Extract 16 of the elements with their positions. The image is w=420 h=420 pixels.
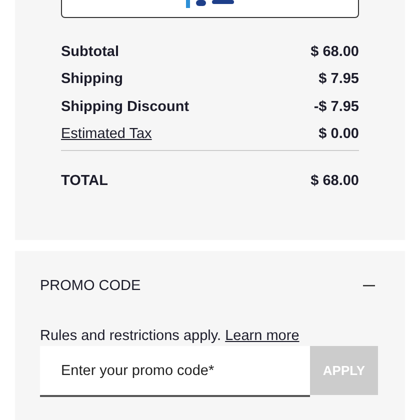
rules-text: Rules and restrictions apply. Learn more — [40, 328, 300, 344]
total-label: TOTAL — [61, 173, 108, 190]
summary-label: Shipping Discount — [61, 98, 190, 115]
total-value: $ 68.00 — [310, 173, 359, 190]
learn-more-link[interactable]: Learn more — [225, 328, 300, 344]
summary-label: Shipping — [61, 71, 124, 88]
summary-value: $ 0.00 — [318, 126, 359, 142]
logo-icon — [186, 0, 234, 8]
summary-value: -$ 7.95 — [314, 98, 359, 115]
tax-link[interactable]: Estimated Tax — [61, 126, 152, 142]
summary-value: $ 7.95 — [318, 71, 359, 88]
summary-value: $ 68.00 — [310, 44, 359, 60]
paypal-button[interactable] — [61, 0, 359, 18]
summary-label: Subtotal — [61, 44, 119, 60]
promo-title: PROMO CODE — [40, 278, 141, 294]
promo-code-field[interactable]: Enter your promo code* — [40, 346, 310, 397]
